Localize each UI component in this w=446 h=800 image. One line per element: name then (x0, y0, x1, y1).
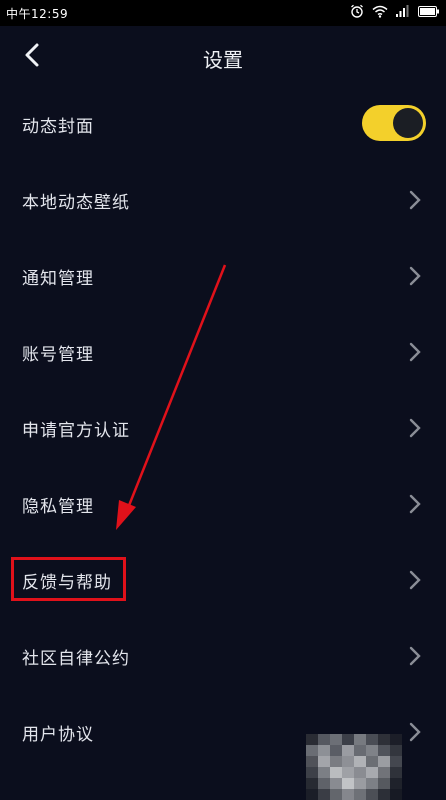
chevron-right-icon (409, 646, 421, 666)
setting-label: 账号管理 (22, 345, 94, 365)
setting-label: 本地动态壁纸 (22, 193, 130, 213)
setting-label: 动态封面 (22, 117, 94, 137)
status-bar: 中午12:59 (0, 0, 446, 26)
toggle-knob (393, 108, 423, 138)
chevron-right-icon (409, 190, 421, 210)
chevron-right-icon (409, 570, 421, 590)
chevron-right-icon (409, 342, 421, 362)
setting-notification[interactable]: 通知管理 (0, 238, 446, 314)
chevron-right-icon (409, 722, 421, 742)
mosaic-watermark (306, 734, 402, 800)
chevron-right-icon (409, 418, 421, 438)
setting-dynamic-cover: 动态封面 (0, 86, 446, 162)
dynamic-cover-toggle[interactable] (362, 105, 426, 141)
setting-community-rules[interactable]: 社区自律公约 (0, 618, 446, 694)
battery-icon (418, 5, 439, 17)
settings-list: 动态封面 本地动态壁纸 通知管理 账号管理 申请官方认证 隐私管理 反馈与帮助 … (0, 86, 446, 770)
chevron-right-icon (409, 494, 421, 514)
setting-label: 社区自律公约 (22, 649, 130, 669)
chevron-right-icon (409, 266, 421, 286)
page-title: 设置 (203, 48, 243, 72)
status-icons (350, 4, 440, 18)
setting-label: 申请官方认证 (22, 421, 130, 441)
wifi-icon (372, 5, 388, 18)
setting-account[interactable]: 账号管理 (0, 314, 446, 390)
setting-privacy[interactable]: 隐私管理 (0, 466, 446, 542)
signal-icon (396, 5, 409, 17)
header-bar: 设置 (0, 26, 446, 86)
setting-label: 隐私管理 (22, 497, 94, 517)
setting-label: 用户协议 (22, 725, 94, 745)
setting-verification[interactable]: 申请官方认证 (0, 390, 446, 466)
alarm-icon (351, 4, 363, 18)
setting-local-wallpaper[interactable]: 本地动态壁纸 (0, 162, 446, 238)
setting-label: 通知管理 (22, 269, 94, 289)
status-time: 中午12:59 (6, 7, 69, 21)
annotation-highlight-box (11, 557, 126, 601)
